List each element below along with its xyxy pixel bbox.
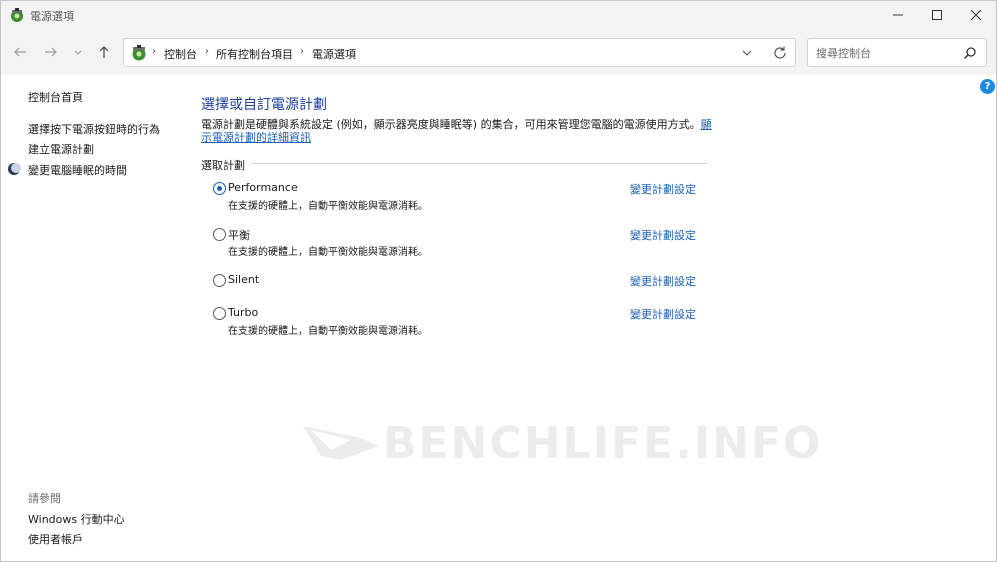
refresh-icon[interactable] [772,45,788,61]
minimize-icon [893,14,903,16]
close-button[interactable] [956,1,996,29]
address-bar[interactable]: › 控制台 › 所有控制台項目 › 電源選項 [123,38,796,67]
recent-locations-button[interactable] [68,42,88,62]
plan-balanced: 平衡 在支援的硬體上，自動平衡效能與電源消耗。 變更計劃設定 [213,226,713,266]
plan-name[interactable]: Silent [228,273,259,286]
sleep-moon-icon [8,163,21,175]
power-button-behavior-link[interactable]: 選擇按下電源按鈕時的行為 [28,121,160,137]
change-plan-settings-link[interactable]: 變更計劃設定 [630,227,696,243]
plan-silent-radio[interactable] [213,274,226,287]
plan-name[interactable]: Performance [228,181,298,194]
plan-turbo-radio[interactable] [213,307,226,320]
arrow-up-icon [99,46,109,58]
change-plan-settings-link[interactable]: 變更計劃設定 [630,306,696,322]
plan-name[interactable]: Turbo [228,306,258,319]
breadcrumb-separator-icon: › [205,46,209,57]
title-bar: 電源選項 [1,1,996,29]
plan-description: 在支援的硬體上，自動平衡效能與電源消耗。 [228,247,428,258]
breadcrumb-separator-icon: › [152,46,156,57]
search-input[interactable] [816,45,956,61]
close-icon [971,10,981,20]
power-options-window: 電源選項 › 控制台 › 所有控制台項目 › 電源選項 搜尋控制台 ? 控制台首… [0,0,997,562]
search-box [807,38,987,67]
address-dropdown-icon[interactable] [740,46,754,60]
arrow-right-icon [45,47,57,57]
create-power-plan-link[interactable]: 建立電源計劃 [28,141,94,157]
plan-name[interactable]: 平衡 [228,227,250,243]
back-button[interactable] [10,42,30,62]
arrow-left-icon [14,47,26,57]
breadcrumb-control-panel[interactable]: 控制台 [164,46,197,62]
user-accounts-link[interactable]: 使用者帳戶 [28,531,83,547]
change-sleep-time-link[interactable]: 變更電腦睡眠的時間 [28,162,127,178]
maximize-button[interactable] [917,1,957,29]
navigation-bar: › 控制台 › 所有控制台項目 › 電源選項 [1,29,996,75]
watermark: BENCHLIFE.INFO [301,416,820,471]
change-plan-settings-link[interactable]: 變更計劃設定 [630,181,696,197]
watermark-logo-icon [303,426,379,460]
see-also-heading: 請參閱 [28,492,61,505]
description-text: 電源計劃是硬體與系統設定 (例如，顯示器亮度與睡眠等) 的集合，可用來管理您電腦… [201,118,701,131]
help-icon[interactable]: ? [980,79,995,94]
breadcrumb-power-options[interactable]: 電源選項 [312,46,356,62]
forward-button[interactable] [41,42,61,62]
plan-balanced-radio[interactable] [213,228,226,241]
control-panel-home-link[interactable]: 控制台首頁 [28,89,83,105]
control-panel-icon [132,45,146,61]
breadcrumb-separator-icon: › [300,46,304,57]
power-options-icon [11,8,23,22]
plan-description: 在支援的硬體上，自動平衡效能與電源消耗。 [228,326,428,337]
plan-turbo: Turbo 在支援的硬體上，自動平衡效能與電源消耗。 變更計劃設定 [213,305,713,345]
watermark-text: BENCHLIFE.INFO [383,418,823,469]
section-divider [251,163,708,164]
maximize-icon [932,10,942,20]
chevron-down-icon [74,50,82,55]
plan-description: 在支援的硬體上，自動平衡效能與電源消耗。 [228,201,428,212]
window-title: 電源選項 [30,10,74,23]
plan-performance-radio[interactable] [213,182,226,195]
change-plan-settings-link[interactable]: 變更計劃設定 [630,273,696,289]
up-button[interactable] [94,42,114,62]
plan-performance: Performance 在支援的硬體上，自動平衡效能與電源消耗。 變更計劃設定 [213,180,713,220]
search-icon[interactable] [963,46,977,60]
minimize-button[interactable] [878,1,918,29]
page-description: 電源計劃是硬體與系統設定 (例如，顯示器亮度與睡眠等) 的集合，可用來管理您電腦… [201,118,721,144]
select-plan-label: 選取計劃 [201,159,245,172]
windows-mobility-center-link[interactable]: Windows 行動中心 [28,511,125,527]
breadcrumb-all-items[interactable]: 所有控制台項目 [216,46,293,62]
page-title: 選擇或自訂電源計劃 [201,97,327,113]
